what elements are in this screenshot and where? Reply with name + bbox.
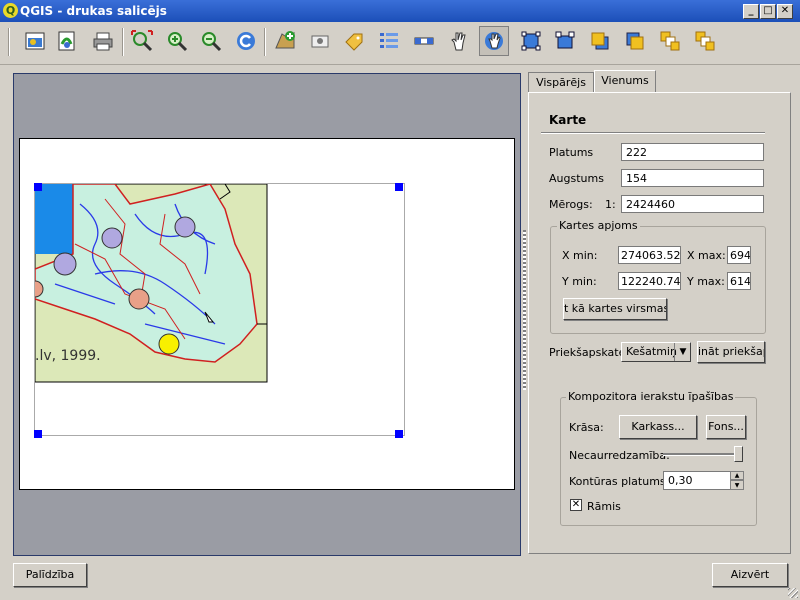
map-render	[35, 184, 268, 383]
lower-item-icon[interactable]	[620, 26, 650, 56]
map-extent-title: Kartes apjoms	[557, 219, 640, 232]
zoom-full-icon[interactable]	[127, 26, 157, 56]
ymax-field[interactable]: 614	[727, 272, 751, 290]
scale-field[interactable]: 2424460	[621, 195, 764, 213]
move-to-bottom-icon[interactable]	[690, 26, 720, 56]
print-icon[interactable]	[88, 26, 118, 56]
add-label-icon[interactable]	[339, 26, 369, 56]
raise-item-icon[interactable]	[585, 26, 615, 56]
map-item[interactable]: .lv, 1999.	[34, 183, 405, 436]
outline-width-label: Kontūras platums	[569, 475, 666, 488]
move-to-top-icon[interactable]	[655, 26, 685, 56]
toolbar-separator	[264, 28, 266, 56]
ymin-field[interactable]: 122240.740	[618, 272, 681, 290]
frame-checkbox[interactable]: ✕	[570, 499, 582, 511]
height-label: Augstums	[549, 172, 604, 185]
resize-handle-top-left[interactable]	[34, 183, 42, 191]
help-button[interactable]: Palīdzība	[13, 563, 87, 587]
zoom-out-icon[interactable]	[196, 26, 226, 56]
refresh-icon[interactable]	[231, 26, 261, 56]
move-content-icon[interactable]	[479, 26, 509, 56]
height-field[interactable]: 154	[621, 169, 764, 187]
opacity-label: Necaurredzamība:	[569, 449, 670, 462]
xmax-field[interactable]: 694	[727, 246, 751, 264]
export-image-icon[interactable]	[20, 26, 50, 56]
heading-divider	[541, 132, 765, 134]
resize-handle-bottom-right[interactable]	[395, 430, 403, 438]
add-image-icon[interactable]	[305, 26, 335, 56]
chevron-down-icon[interactable]: ▼	[674, 343, 691, 361]
spin-down-icon[interactable]: ▼	[730, 480, 744, 490]
set-to-canvas-extent-button[interactable]: t kā kartes virsmas a	[563, 298, 667, 320]
resize-handle-bottom-left[interactable]	[34, 430, 42, 438]
title-bar: Q QGIS - drukas salicējs _ □ ✕	[0, 0, 800, 22]
toolbar-grip	[8, 28, 10, 56]
frame-color-button[interactable]: Karkass...	[619, 415, 697, 439]
minimize-button[interactable]: _	[743, 4, 759, 19]
panel-heading: Karte	[549, 113, 587, 127]
splitter-handle[interactable]	[523, 230, 526, 390]
resize-handle-top-right[interactable]	[395, 183, 403, 191]
ymax-label: Y max:	[687, 275, 725, 288]
group-items-icon[interactable]	[516, 26, 546, 56]
add-legend-icon[interactable]	[374, 26, 404, 56]
outline-width-spinbox[interactable]: 0,30	[663, 471, 731, 490]
spin-up-icon[interactable]: ▲	[730, 471, 744, 480]
scale-prefix: 1:	[605, 198, 616, 211]
xmin-label: X min:	[562, 249, 598, 262]
xmin-field[interactable]: 274063.525	[618, 246, 681, 264]
preview-mode-value: Kešatmiņ	[626, 345, 677, 358]
opacity-slider-track[interactable]	[663, 453, 743, 456]
preview-label: Priekšapskate	[549, 346, 626, 359]
toolbar-separator	[122, 28, 124, 56]
tab-item[interactable]: Vienums	[594, 70, 656, 93]
zoom-in-icon[interactable]	[162, 26, 192, 56]
item-properties-title: Kompozitora ierakstu īpašības	[566, 390, 736, 403]
add-map-icon[interactable]	[270, 26, 300, 56]
frame-checkbox-label: Rāmis	[587, 500, 621, 513]
toolbar	[0, 22, 800, 65]
tab-general[interactable]: Vispārējs	[528, 72, 594, 93]
ymin-label: Y min:	[562, 275, 597, 288]
scale-label: Mērogs:	[549, 198, 593, 211]
select-move-icon[interactable]	[444, 26, 474, 56]
color-label: Krāsa:	[569, 421, 604, 434]
add-scalebar-icon[interactable]	[409, 26, 439, 56]
ungroup-items-icon[interactable]	[550, 26, 580, 56]
map-source-text: .lv, 1999.	[35, 348, 101, 364]
opacity-slider-handle[interactable]	[734, 446, 743, 462]
window-title: QGIS - drukas salicējs	[20, 4, 167, 18]
update-preview-button[interactable]: ināt priekšap	[697, 341, 765, 363]
close-window-button[interactable]: ✕	[777, 4, 793, 19]
size-grip[interactable]	[788, 588, 798, 598]
width-label: Platums	[549, 146, 594, 159]
close-button[interactable]: Aizvērt	[712, 563, 788, 587]
width-field[interactable]: 222	[621, 143, 764, 161]
export-svg-icon[interactable]	[52, 26, 82, 56]
xmax-label: X max:	[687, 249, 726, 262]
background-color-button[interactable]: Fons...	[706, 415, 746, 439]
maximize-button[interactable]: □	[760, 4, 776, 19]
qgis-logo-icon: Q	[3, 3, 18, 18]
